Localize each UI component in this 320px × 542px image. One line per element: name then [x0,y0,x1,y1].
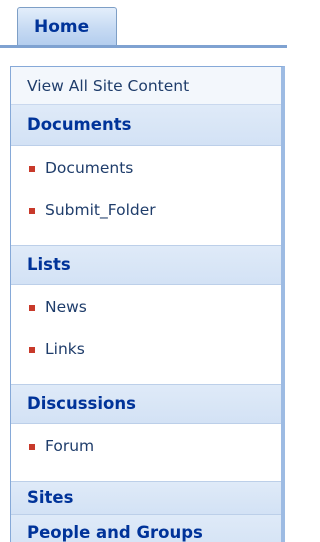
nav-item-label: Documents [45,159,134,177]
bullet-icon [29,305,35,311]
nav-item-forum[interactable]: Forum [11,429,281,469]
bullet-icon [29,444,35,450]
top-tab-strip: Home [0,0,287,48]
section-header-sites[interactable]: Sites [11,481,281,515]
section-spacer [11,370,281,384]
quick-launch-panel: View All Site Content Documents Document… [10,66,285,542]
nav-item-label: Links [45,340,85,358]
nav-item-news[interactable]: News [11,290,281,330]
tab-strip-underline [0,45,287,48]
bullet-icon [29,208,35,214]
nav-item-label: Forum [45,437,95,455]
nav-item-links[interactable]: Links [11,330,281,370]
section-header-lists[interactable]: Lists [11,245,281,285]
section-spacer [11,469,281,481]
tab-home[interactable]: Home [17,7,117,46]
nav-item-label: Submit_Folder [45,201,156,219]
nav-item-documents[interactable]: Documents [11,151,281,191]
section-header-documents[interactable]: Documents [11,105,281,146]
nav-item-submit-folder[interactable]: Submit_Folder [11,191,281,233]
bullet-icon [29,166,35,172]
section-spacer [11,233,281,245]
bullet-icon [29,347,35,353]
section-header-discussions[interactable]: Discussions [11,384,281,424]
sharepoint-navigation: Home View All Site Content Documents Doc… [0,0,287,542]
nav-item-label: News [45,298,87,316]
view-all-site-content-link[interactable]: View All Site Content [11,67,281,105]
section-header-people-and-groups[interactable]: People and Groups [11,515,281,542]
